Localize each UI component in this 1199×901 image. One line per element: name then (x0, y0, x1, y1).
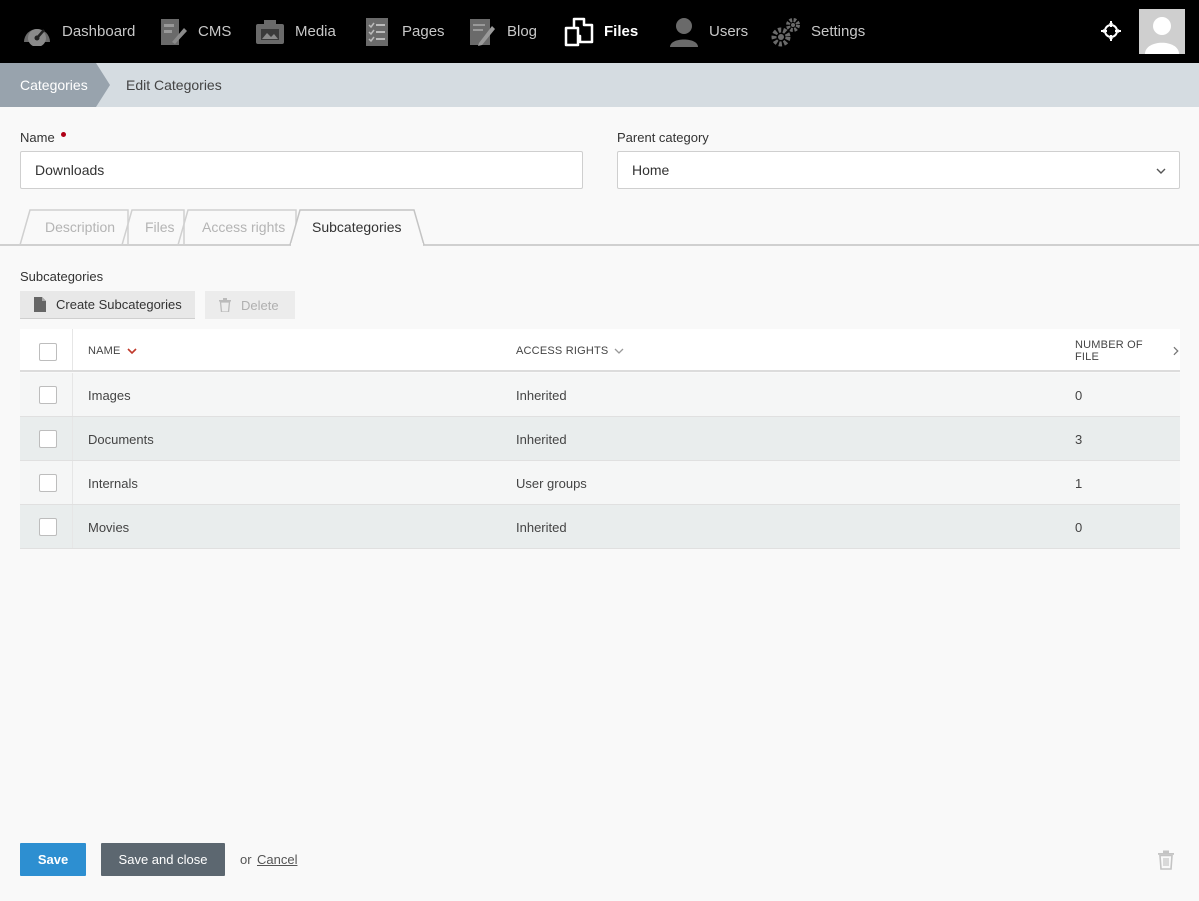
table-row[interactable]: Documents Inherited 3 (20, 417, 1180, 461)
nav-item-label: Settings (811, 23, 866, 40)
column-header-number-of-files[interactable]: NUMBER OF FILE (1075, 329, 1180, 372)
nav-item-label: Pages (402, 23, 445, 40)
create-subcategories-button[interactable]: Create Subcategories (20, 291, 195, 319)
column-header-label: ACCESS RIGHTS (516, 344, 609, 357)
breadcrumb: Categories Edit Categories (0, 63, 1199, 107)
create-subcategories-label: Create Subcategories (56, 297, 182, 312)
delete-label: Delete (241, 297, 279, 313)
user-icon (667, 15, 701, 49)
dashboard-gauge-icon (20, 15, 54, 49)
blog-pencil-icon (465, 15, 499, 49)
nav-item-label: Files (604, 23, 639, 40)
table-header: NAME ACCESS RIGHTS NUMBER OF FILE (20, 329, 1180, 372)
files-icon (562, 15, 596, 49)
row-name[interactable]: Images (88, 373, 131, 417)
column-header-name[interactable]: NAME (88, 329, 137, 372)
cms-icon (156, 15, 190, 49)
row-file-count: 1 (1075, 475, 1083, 491)
parent-category-value: Home (632, 162, 670, 178)
nav-item-settings[interactable]: Settings (769, 0, 865, 63)
sort-down-icon (127, 347, 137, 354)
cancel-link[interactable]: Cancel (257, 852, 297, 867)
save-button[interactable]: Save (20, 843, 86, 876)
nav-item-label: Blog (507, 23, 538, 40)
nav-item-blog[interactable]: Blog (465, 0, 537, 63)
delete-button[interactable]: Delete (205, 291, 295, 319)
row-name[interactable]: Documents (88, 417, 154, 461)
breadcrumb-current: Edit Categories (126, 77, 222, 93)
table-row[interactable]: Images Inherited 0 (20, 373, 1180, 417)
nav-item-pages[interactable]: Pages (360, 0, 445, 63)
column-divider (72, 417, 73, 460)
avatar[interactable] (1139, 9, 1185, 54)
name-label: Name (20, 130, 55, 145)
row-checkbox[interactable] (39, 518, 57, 536)
column-header-label: NAME (88, 344, 121, 357)
crosshair-icon[interactable] (1098, 18, 1124, 44)
required-indicator (61, 132, 66, 137)
nav-item-label: Dashboard (62, 23, 136, 40)
row-file-count: 0 (1075, 519, 1083, 535)
row-access-rights: User groups (516, 475, 587, 491)
row-file-count: 0 (1075, 387, 1083, 403)
nav-item-files[interactable]: Files (562, 0, 638, 63)
pages-checklist-icon (360, 15, 394, 49)
column-header-access-rights[interactable]: ACCESS RIGHTS (516, 329, 624, 372)
row-checkbox[interactable] (39, 430, 57, 448)
tab-access-rights[interactable]: Access rights (202, 210, 285, 244)
row-name[interactable]: Internals (88, 461, 138, 505)
column-divider (72, 373, 73, 416)
save-and-close-button[interactable]: Save and close (101, 843, 225, 876)
name-input[interactable] (20, 151, 583, 189)
table-row[interactable]: Movies Inherited 0 (20, 505, 1180, 549)
row-checkbox[interactable] (39, 386, 57, 404)
chevron-right-icon (1173, 346, 1179, 355)
gears-icon (769, 15, 803, 49)
row-access-rights: Inherited (516, 387, 567, 403)
table-row[interactable]: Internals User groups 1 (20, 461, 1180, 505)
nav-item-label: Users (709, 23, 749, 40)
row-file-count: 3 (1075, 431, 1083, 447)
trash-icon (219, 298, 231, 312)
media-camera-icon (253, 15, 287, 49)
chevron-down-icon (614, 348, 624, 354)
row-access-rights: Inherited (516, 519, 567, 535)
trash-icon[interactable] (1157, 850, 1175, 870)
column-header-label: NUMBER OF FILE (1075, 338, 1143, 363)
nav-item-dashboard[interactable]: Dashboard (20, 0, 135, 63)
column-divider (72, 329, 73, 370)
subcategories-section-label: Subcategories (20, 269, 104, 284)
nav-item-cms[interactable]: CMS (156, 0, 231, 63)
nav-item-label: Media (295, 23, 336, 40)
top-navigation-bar: Dashboard CMS Media Pages Blog Files Use… (0, 0, 1199, 63)
column-divider (72, 505, 73, 548)
nav-item-users[interactable]: Users (667, 0, 748, 63)
column-divider (72, 461, 73, 504)
chevron-down-icon (1155, 164, 1167, 176)
tab-subcategories[interactable]: Subcategories (312, 210, 402, 244)
nav-item-label: CMS (198, 23, 232, 40)
select-all-checkbox[interactable] (39, 343, 57, 361)
tab-files[interactable]: Files (145, 210, 175, 244)
row-checkbox[interactable] (39, 474, 57, 492)
row-name[interactable]: Movies (88, 505, 129, 549)
nav-item-media[interactable]: Media (253, 0, 336, 63)
row-access-rights: Inherited (516, 431, 567, 447)
parent-category-select[interactable]: Home (617, 151, 1180, 189)
parent-category-label: Parent category (617, 130, 709, 145)
breadcrumb-categories[interactable]: Categories (0, 63, 110, 107)
tab-description[interactable]: Description (45, 210, 115, 244)
tab-shapes (19, 209, 425, 246)
or-text: or (240, 852, 252, 867)
document-icon (34, 297, 46, 312)
